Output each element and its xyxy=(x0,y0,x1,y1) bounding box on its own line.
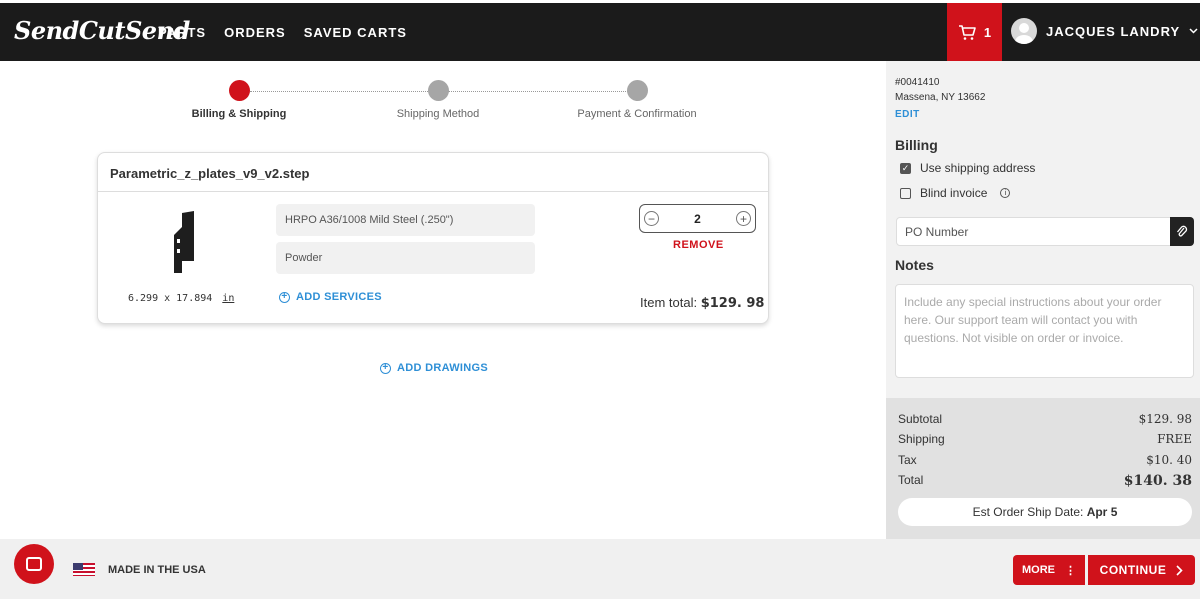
us-flag-icon xyxy=(73,563,95,576)
plus-circle-icon: + xyxy=(279,291,290,303)
add-services-link[interactable]: + ADD SERVICES xyxy=(279,291,382,303)
est-ship-date: Est Order Ship Date: Apr 5 xyxy=(898,498,1192,526)
step-dot xyxy=(427,80,449,101)
unit-toggle[interactable]: in xyxy=(222,293,234,304)
po-number-input[interactable]: PO Number xyxy=(896,217,1194,246)
part-preview-image[interactable] xyxy=(172,211,196,275)
nav-parts[interactable]: PARTS xyxy=(158,25,206,40)
order-summary: Subtotal $129. 98 Shipping FREE Tax $10.… xyxy=(886,398,1200,539)
step-dot xyxy=(626,80,648,101)
avatar xyxy=(1011,18,1037,44)
bottom-bar: MADE IN THE USA MORE ⋮ CONTINUE xyxy=(0,539,1200,599)
step-label: Payment & Confirmation xyxy=(577,108,697,120)
user-name: JACQUES LANDRY xyxy=(1046,23,1181,39)
step-label: Billing & Shipping xyxy=(191,108,287,120)
step-shipping-method[interactable]: Shipping Method xyxy=(358,80,518,120)
plus-circle-icon: + xyxy=(380,362,391,374)
est-ship-label: Est Order Ship Date: xyxy=(972,505,1084,519)
dimensions-value: 6.299 x 17.894 xyxy=(128,293,213,304)
step-payment-confirmation[interactable]: Payment & Confirmation xyxy=(557,80,717,120)
quantity-value[interactable]: 2 xyxy=(694,212,701,226)
increment-button[interactable]: + xyxy=(736,211,751,226)
checkbox-icon xyxy=(900,187,911,199)
summary-row-tax: Tax $10. 40 xyxy=(898,453,1192,467)
billing-heading: Billing xyxy=(895,137,938,153)
cart-button[interactable]: 1 xyxy=(947,3,1002,61)
item-total-label: Item total: xyxy=(640,295,698,310)
more-label: MORE xyxy=(1022,564,1055,576)
summary-value: $129. 98 xyxy=(1138,412,1192,426)
chat-launcher-button[interactable] xyxy=(14,544,54,584)
address-line: #0041410 xyxy=(895,77,940,88)
nav-saved-carts[interactable]: SAVED CARTS xyxy=(304,25,407,40)
summary-value: FREE xyxy=(1157,432,1192,446)
summary-row-subtotal: Subtotal $129. 98 xyxy=(898,412,1192,426)
item-total: Item total: $129. 98 xyxy=(640,295,764,311)
shipping-address: #0041410 Massena, NY 13662 xyxy=(895,75,985,105)
cart-count: 1 xyxy=(983,24,992,40)
kebab-menu-icon: ⋮ xyxy=(1065,564,1076,577)
summary-value: $140. 38 xyxy=(1123,473,1192,489)
summary-label: Tax xyxy=(898,453,917,467)
step-billing-shipping[interactable]: Billing & Shipping xyxy=(159,80,319,120)
checkout-stepper: Billing & Shipping Shipping Method Payme… xyxy=(180,80,740,130)
notes-heading: Notes xyxy=(895,257,934,273)
item-total-value: $129. 98 xyxy=(700,296,765,311)
add-drawings-label: ADD DRAWINGS xyxy=(397,362,488,374)
decrement-button[interactable]: − xyxy=(644,211,659,226)
continue-button[interactable]: CONTINUE xyxy=(1088,555,1195,585)
paperclip-icon xyxy=(1177,225,1188,236)
quantity-stepper: − 2 + xyxy=(639,204,756,233)
summary-row-total: Total $140. 38 xyxy=(898,473,1192,489)
add-drawings-link[interactable]: + ADD DRAWINGS xyxy=(380,362,488,374)
step-label: Shipping Method xyxy=(396,108,480,120)
est-ship-value: Apr 5 xyxy=(1086,505,1118,519)
checkbox-label: Blind invoice xyxy=(920,186,988,200)
chevron-right-icon xyxy=(1176,564,1183,576)
finish-select[interactable]: Powder xyxy=(276,242,535,274)
info-icon[interactable]: i xyxy=(1000,188,1011,198)
summary-row-shipping: Shipping FREE xyxy=(898,432,1192,446)
use-shipping-address-checkbox[interactable]: ✓ Use shipping address xyxy=(900,161,1035,175)
cart-icon xyxy=(958,24,976,40)
summary-label: Subtotal xyxy=(898,412,943,426)
order-sidebar: #0041410 Massena, NY 13662 EDIT Billing … xyxy=(886,61,1200,539)
user-menu[interactable]: JACQUES LANDRY xyxy=(1011,18,1198,44)
main-nav: PARTS ORDERS SAVED CARTS xyxy=(158,25,407,40)
part-filename: Parametric_z_plates_v9_v2.step xyxy=(110,166,310,181)
address-line: Massena, NY 13662 xyxy=(895,92,986,103)
checkbox-checked-icon: ✓ xyxy=(900,162,911,174)
top-navbar: SendCutSend PARTS ORDERS SAVED CARTS 1 J… xyxy=(0,0,1200,61)
add-services-label: ADD SERVICES xyxy=(296,291,382,303)
part-card: Parametric_z_plates_v9_v2.step 6.299 x 1… xyxy=(97,152,769,324)
chevron-down-icon xyxy=(1189,28,1198,34)
made-in-usa-label: MADE IN THE USA xyxy=(108,564,206,576)
summary-value: $10. 40 xyxy=(1146,453,1192,467)
blind-invoice-checkbox[interactable]: Blind invoice i xyxy=(900,186,1011,200)
summary-label: Shipping xyxy=(898,432,945,446)
summary-label: Total xyxy=(898,473,924,487)
checkbox-label: Use shipping address xyxy=(920,161,1036,175)
material-select[interactable]: HRPO A36/1008 Mild Steel (.250") xyxy=(276,204,535,236)
edit-address-link[interactable]: EDIT xyxy=(895,109,920,120)
chat-icon xyxy=(26,557,42,571)
continue-label: CONTINUE xyxy=(1099,563,1167,577)
remove-button[interactable]: REMOVE xyxy=(673,239,724,251)
divider xyxy=(98,191,768,192)
step-dot xyxy=(228,80,250,101)
attach-po-button[interactable] xyxy=(1170,217,1194,246)
part-dimensions: 6.299 x 17.894 in xyxy=(128,293,234,304)
notes-textarea[interactable]: Include any special instructions about y… xyxy=(895,284,1194,378)
more-button[interactable]: MORE ⋮ xyxy=(1013,555,1085,585)
nav-orders[interactable]: ORDERS xyxy=(224,25,286,40)
